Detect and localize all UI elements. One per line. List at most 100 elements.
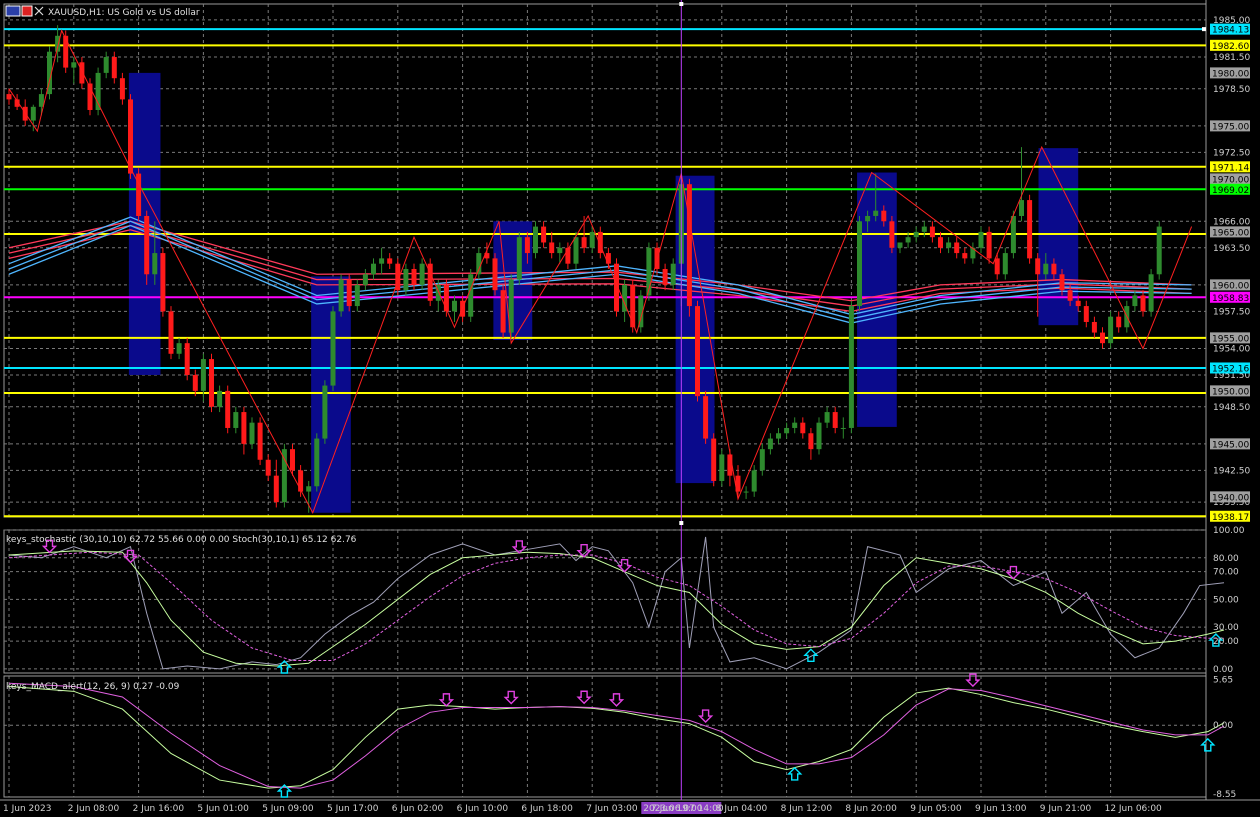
candle-body bbox=[362, 274, 368, 285]
price-tag-label: 1965.00 bbox=[1212, 228, 1249, 238]
candle-body bbox=[832, 412, 838, 428]
candle-body bbox=[168, 311, 174, 354]
stoch-tick-label: 20.00 bbox=[1213, 637, 1239, 647]
candle-body bbox=[1148, 274, 1154, 312]
candle-body bbox=[743, 491, 749, 493]
candle-body bbox=[1108, 316, 1114, 344]
candle-body bbox=[1043, 263, 1049, 275]
price-tag-label: 1969.02 bbox=[1212, 186, 1249, 196]
candle-body bbox=[200, 359, 206, 391]
candle-body bbox=[1027, 200, 1033, 259]
candle-body bbox=[111, 56, 117, 79]
candle-body bbox=[128, 99, 133, 174]
candle-body bbox=[419, 263, 425, 285]
candle-body bbox=[1075, 300, 1081, 307]
stoch-tick-label: 0.00 bbox=[1213, 665, 1233, 675]
candle-body bbox=[1059, 274, 1065, 291]
time-tick-label: 6 Jun 18:00 bbox=[521, 804, 573, 814]
crosshair-handle[interactable] bbox=[679, 521, 684, 525]
candle-body bbox=[452, 300, 457, 312]
candle-body bbox=[921, 226, 927, 232]
chart-flags-icon bbox=[5, 5, 21, 17]
crosshair-handle[interactable] bbox=[679, 2, 684, 6]
candle-body bbox=[662, 268, 668, 285]
candle-body bbox=[443, 284, 449, 312]
time-tick-label: 5 Jun 17:00 bbox=[327, 804, 379, 814]
candle-body bbox=[38, 94, 44, 107]
candle-body bbox=[346, 279, 352, 307]
candle-body bbox=[1035, 258, 1041, 275]
candle-body bbox=[1156, 226, 1162, 275]
time-tick-label: 2 Jun 16:00 bbox=[133, 804, 185, 814]
candle-body bbox=[257, 422, 263, 460]
candle-body bbox=[897, 242, 903, 248]
candle-body bbox=[476, 253, 482, 275]
chart-canvas[interactable]: 2023.06.07 14:00 1 Jun 2023 2 Jun 08:00 2 … bbox=[0, 0, 1260, 817]
candle-body bbox=[557, 247, 563, 254]
time-tick-label: 1 Jun 2023 bbox=[3, 804, 51, 814]
candle-body bbox=[978, 231, 984, 248]
candle-body bbox=[889, 221, 895, 248]
candle-body bbox=[241, 412, 247, 444]
time-tick-label: 6 Jun 02:00 bbox=[392, 804, 444, 814]
price-tag-label: 1975.00 bbox=[1212, 122, 1249, 132]
price-tag-label: 1950.00 bbox=[1212, 387, 1249, 397]
time-tick-label: 7 Jun 03:00 bbox=[586, 804, 638, 814]
flag-icon bbox=[21, 5, 33, 17]
candle-body bbox=[322, 385, 328, 439]
price-tag-label: 1945.00 bbox=[1212, 440, 1249, 450]
candle-body bbox=[840, 427, 846, 429]
candle-body bbox=[273, 475, 279, 503]
candle-body bbox=[1091, 321, 1097, 333]
candle-body bbox=[800, 422, 806, 434]
price-tag-label: 1960.00 bbox=[1212, 281, 1249, 291]
candle-body bbox=[71, 62, 77, 68]
candle-body bbox=[938, 237, 943, 248]
candle-body bbox=[759, 449, 765, 471]
candle-body bbox=[1083, 306, 1089, 322]
candle-body bbox=[792, 422, 798, 428]
candle-body bbox=[905, 237, 911, 243]
price-tag-label: 1982.60 bbox=[1212, 42, 1249, 52]
price-tag-label: 1952.16 bbox=[1212, 364, 1249, 374]
candle-body bbox=[816, 422, 822, 450]
time-tick-label: 9 Jun 05:00 bbox=[910, 804, 962, 814]
candle-body bbox=[387, 258, 393, 264]
stochastic-title: keys_stochastic (30,10,10) 62.72 55.66 0… bbox=[6, 535, 357, 545]
candle-body bbox=[379, 258, 385, 264]
candle-body bbox=[1019, 200, 1024, 216]
candle-body bbox=[929, 226, 935, 238]
level-handle[interactable] bbox=[1202, 27, 1206, 32]
price-tag-label: 1971.14 bbox=[1212, 163, 1249, 173]
candle-body bbox=[824, 412, 830, 423]
candle-body bbox=[63, 35, 69, 68]
price-tag-label: 1984.13 bbox=[1212, 26, 1249, 36]
candle-body bbox=[946, 242, 952, 248]
candle-body bbox=[338, 279, 344, 312]
price-tick-label: 1942.50 bbox=[1213, 466, 1250, 476]
candle-body bbox=[533, 226, 538, 254]
price-tick-label: 1954.00 bbox=[1213, 344, 1250, 354]
candle-body bbox=[233, 412, 239, 428]
stoch-tick-label: 50.00 bbox=[1213, 595, 1239, 605]
candle-body bbox=[209, 359, 214, 407]
candle-body bbox=[492, 258, 498, 291]
candle-body bbox=[881, 210, 887, 222]
candle-body bbox=[30, 106, 36, 121]
candle-body bbox=[119, 78, 125, 100]
candle-body bbox=[751, 470, 757, 492]
price-tick-label: 1972.50 bbox=[1213, 148, 1250, 158]
price-tag-label: 1958.83 bbox=[1212, 294, 1249, 304]
candle-body bbox=[103, 56, 109, 73]
chart-title-text: XAUUSD,H1: US Gold vs US dollar bbox=[48, 8, 200, 18]
candle-body bbox=[524, 237, 530, 254]
candle-body bbox=[848, 306, 854, 428]
price-tick-label: 1963.50 bbox=[1213, 244, 1250, 254]
candle-body bbox=[776, 433, 781, 439]
candle-body bbox=[516, 237, 522, 280]
candle-body bbox=[1100, 332, 1105, 344]
price-tick-label: 1981.50 bbox=[1213, 53, 1250, 63]
candle-body bbox=[354, 284, 360, 307]
candle-body bbox=[225, 390, 231, 428]
candle-body bbox=[403, 268, 409, 291]
